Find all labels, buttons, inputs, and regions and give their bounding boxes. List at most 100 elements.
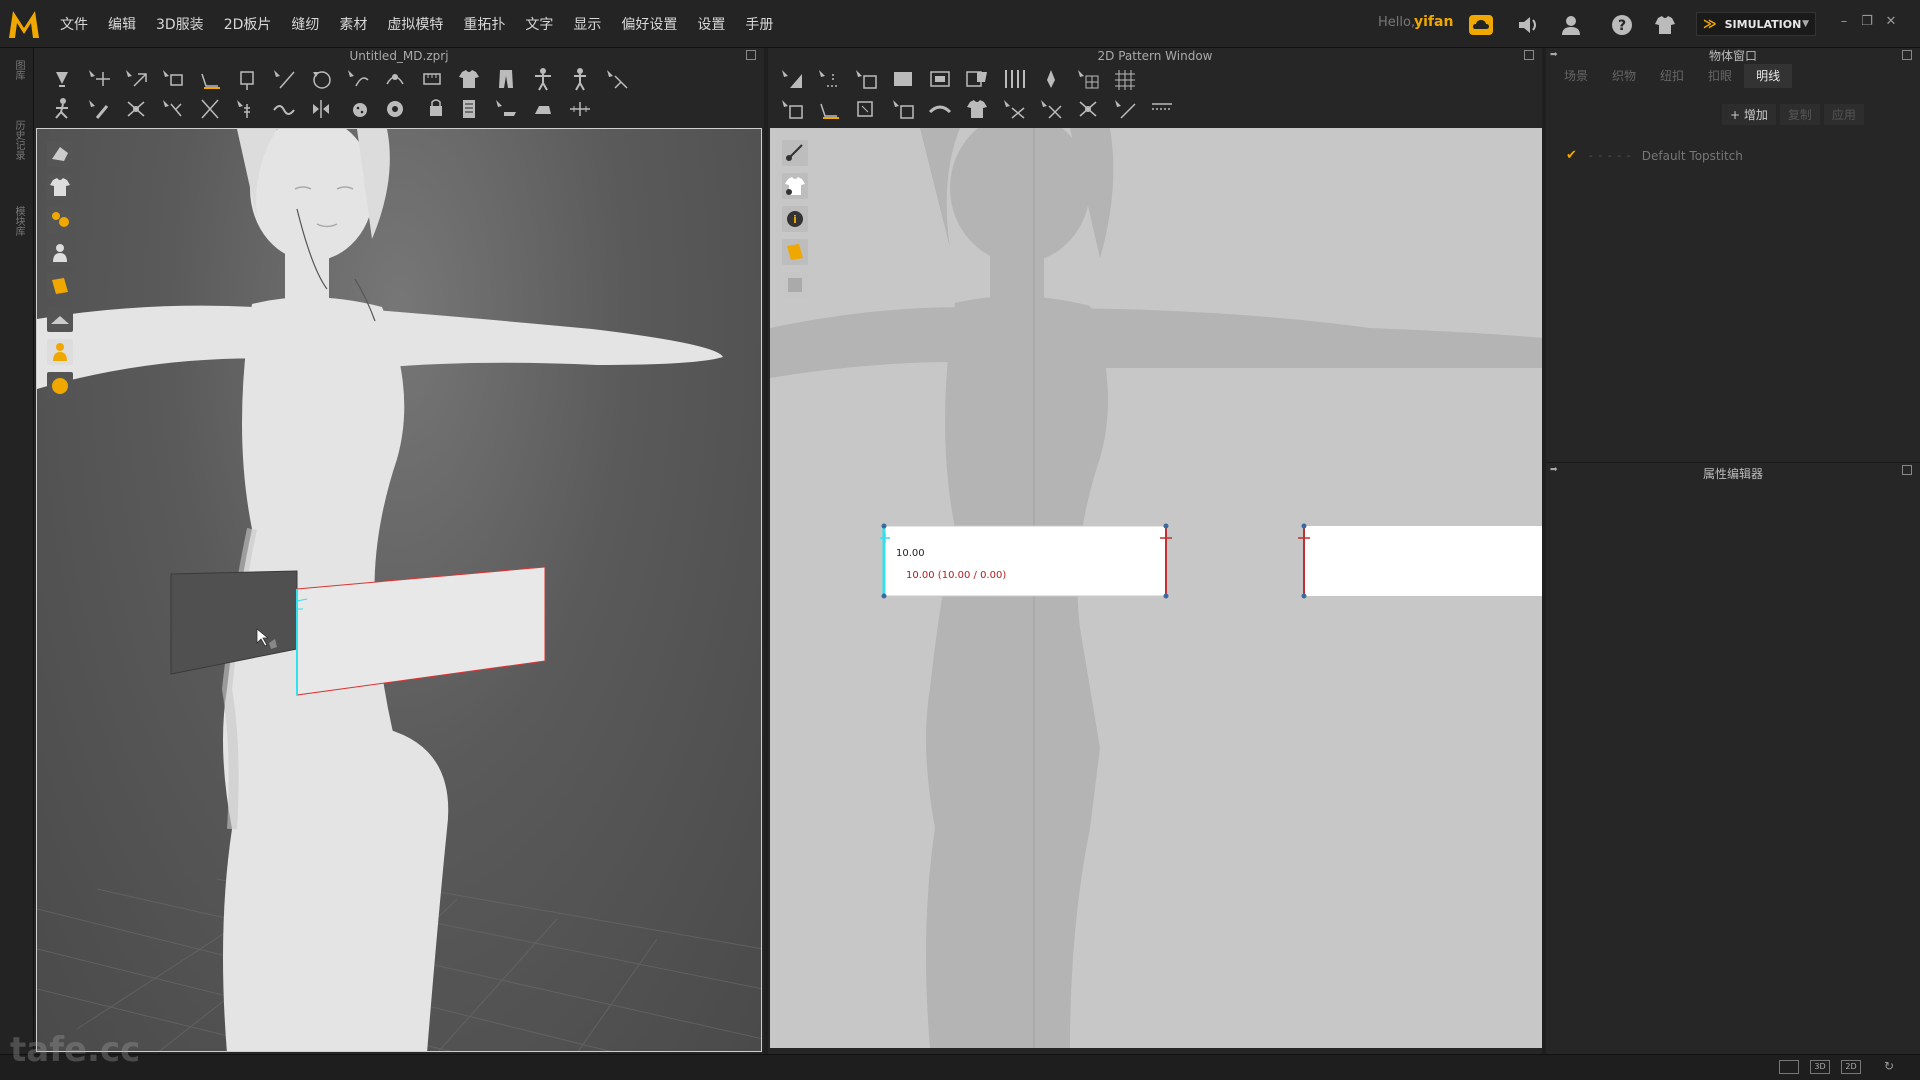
stretch-tool-icon[interactable] (381, 66, 409, 92)
line-tool-icon[interactable] (270, 66, 298, 92)
username[interactable]: yifan (1414, 14, 1453, 30)
edit-curve-tool-icon[interactable] (852, 66, 880, 92)
texture-visibility-icon[interactable] (782, 239, 808, 265)
menu-preferences[interactable]: 偏好设置 (611, 14, 687, 34)
button-tool-icon[interactable] (344, 96, 372, 122)
layer-visibility-icon[interactable] (782, 272, 808, 298)
minimize-icon[interactable]: – (1835, 14, 1853, 29)
point-select-tool-icon[interactable] (85, 66, 113, 92)
avatar-display-icon[interactable] (47, 240, 73, 266)
menu-manual[interactable]: 手册 (735, 14, 783, 34)
grid-split-tool-icon[interactable] (1000, 66, 1028, 92)
copy-button[interactable]: 复制 (1779, 104, 1820, 125)
menu-sewing[interactable]: 缝纫 (281, 14, 329, 34)
edit-sewing-tool-icon[interactable] (889, 96, 917, 122)
undock-icon[interactable] (746, 50, 756, 60)
free-sewing-tool-icon[interactable] (852, 96, 880, 122)
menu-edit[interactable]: 编辑 (98, 14, 146, 34)
avatar-arrange-tool-icon[interactable] (566, 66, 594, 92)
tack-tool-icon[interactable] (344, 66, 372, 92)
info-visibility-icon[interactable]: i (782, 206, 808, 232)
undock-icon[interactable] (1902, 50, 1912, 60)
rotate-tool-icon[interactable] (307, 66, 335, 92)
menu-text[interactable]: 文字 (515, 14, 563, 34)
menu-avatar[interactable]: 虚拟模特 (377, 14, 453, 34)
view-mode-3d-button[interactable]: 3D (1810, 1060, 1830, 1074)
menu-file[interactable]: 文件 (50, 14, 98, 34)
undock-icon[interactable] (1524, 50, 1534, 60)
texture-tool-icon[interactable] (455, 96, 483, 122)
tab-history[interactable]: 历史记录 (10, 120, 24, 160)
dotted-line-tool-icon[interactable] (1148, 96, 1176, 122)
lock-tool-icon[interactable] (418, 96, 446, 122)
button-pattern-tool-icon[interactable] (1000, 96, 1028, 122)
shirt-pattern-tool-icon[interactable] (963, 96, 991, 122)
apply-button[interactable]: 应用 (1823, 104, 1864, 125)
garment-icon[interactable] (1652, 12, 1678, 38)
dart-tool-icon[interactable] (1037, 66, 1065, 92)
edit-pattern-tool-icon[interactable] (778, 66, 806, 92)
fabric-display-icon[interactable] (47, 141, 73, 167)
close-icon[interactable]: ✕ (1882, 14, 1900, 29)
rectangle-tool-icon[interactable] (889, 66, 917, 92)
graphic-tool-icon[interactable] (529, 96, 557, 122)
grid-lines-tool-icon[interactable] (1111, 66, 1139, 92)
cut-tool-icon[interactable] (196, 96, 224, 122)
cloud-icon[interactable] (1468, 12, 1494, 38)
undock-icon[interactable] (1902, 465, 1912, 475)
menu-retopology[interactable]: 重拓扑 (453, 14, 515, 34)
seam-tool-icon[interactable] (196, 66, 224, 92)
transform-tool-icon[interactable] (122, 96, 150, 122)
restore-icon[interactable]: ❐ (1858, 14, 1876, 29)
polygon-tool-icon[interactable] (926, 66, 954, 92)
snap-button-tool-icon[interactable] (381, 96, 409, 122)
tab-modular[interactable]: 模块库 (10, 206, 24, 236)
add-button[interactable]: + 增加 (1722, 104, 1776, 125)
zipper-tool-icon[interactable] (233, 96, 261, 122)
edit-point-tool-icon[interactable] (815, 66, 843, 92)
2d-pattern-viewport[interactable]: 10.00 10.00 (10.00 / 0.00) i (770, 128, 1542, 1048)
pattern-visibility-icon[interactable] (782, 140, 808, 166)
avatar-walk-tool-icon[interactable] (48, 96, 76, 122)
tab-buttonhole[interactable]: 扣眼 (1696, 64, 1744, 88)
topstitch-tool-icon[interactable] (926, 96, 954, 122)
user-icon[interactable] (1558, 12, 1584, 38)
avatar-visibility-icon[interactable] (782, 173, 808, 199)
menu-materials[interactable]: 素材 (329, 14, 377, 34)
skin-display-icon[interactable] (47, 339, 73, 365)
avatar-texture-icon[interactable] (47, 372, 73, 398)
internal-shape-tool-icon[interactable] (963, 66, 991, 92)
tab-button[interactable]: 纽扣 (1648, 64, 1696, 88)
trace-pattern-tool-icon[interactable] (778, 96, 806, 122)
menu-3d-garment[interactable]: 3D服装 (146, 14, 214, 34)
pin-tool-icon[interactable] (233, 66, 261, 92)
view-mode-2d-button[interactable]: 2D (1841, 1060, 1861, 1074)
pattern-piece-back[interactable] (1304, 526, 1542, 596)
menu-2d-pattern[interactable]: 2D板片 (214, 14, 282, 34)
3d-viewport[interactable] (36, 128, 762, 1052)
refresh-icon[interactable]: ↻ (1884, 1059, 1894, 1073)
avatar-pose-tool-icon[interactable] (529, 66, 557, 92)
strap-tool-icon[interactable] (603, 66, 631, 92)
fold-pattern-tool-icon[interactable] (1037, 96, 1065, 122)
simulation-mode-select[interactable]: ≫ SIMULATION ▼ (1696, 12, 1816, 36)
fold-tool-icon[interactable] (122, 66, 150, 92)
menu-display[interactable]: 显示 (563, 14, 611, 34)
symmetry-tool-icon[interactable] (307, 96, 335, 122)
tab-scene[interactable]: 场景 (1552, 64, 1600, 88)
fold-arrange-tool-icon[interactable] (270, 96, 298, 122)
brush-tool-icon[interactable] (85, 96, 113, 122)
symmetric-pattern-tool-icon[interactable] (1074, 96, 1102, 122)
texture-display-icon[interactable] (47, 273, 73, 299)
garment-display-icon[interactable] (47, 174, 73, 200)
ruler-tool-icon[interactable] (566, 96, 594, 122)
select-move-tool-icon[interactable] (48, 66, 76, 92)
measure-line-tool-icon[interactable] (1111, 96, 1139, 122)
grid-tool-icon[interactable] (1074, 66, 1102, 92)
shirt-tool-icon[interactable] (455, 66, 483, 92)
tab-library[interactable]: 图库 (10, 60, 24, 80)
help-icon[interactable]: ? (1609, 12, 1635, 38)
arrange-tool-icon[interactable] (159, 66, 187, 92)
stress-map-icon[interactable] (47, 207, 73, 233)
tab-topstitch[interactable]: 明线 (1744, 64, 1793, 88)
